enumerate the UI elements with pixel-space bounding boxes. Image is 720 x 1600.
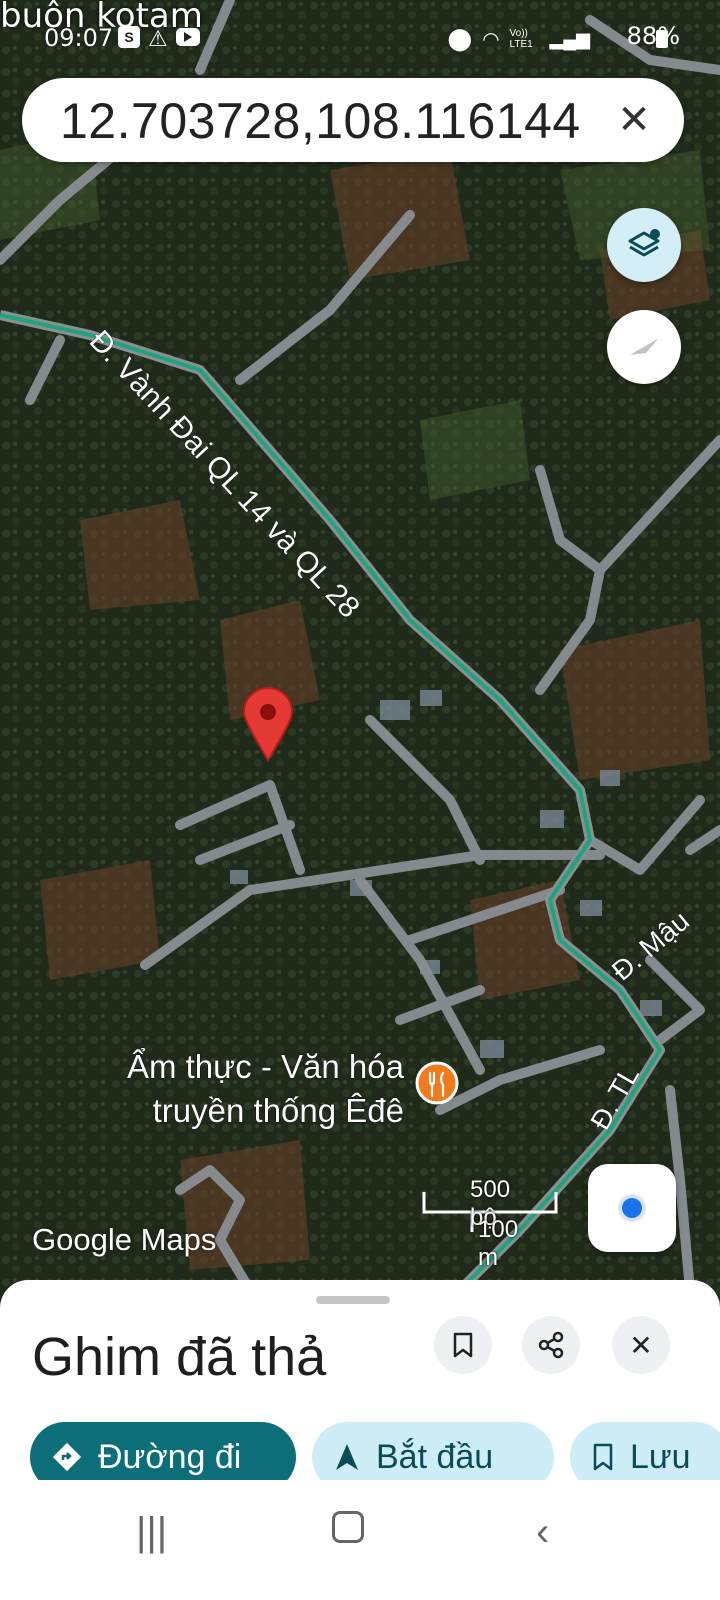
system-nav-bar: ||| ‹ (0, 1480, 720, 1600)
bookmark-button[interactable] (434, 1316, 492, 1374)
compass-icon (630, 339, 658, 355)
status-bar: 09:07 S ⚠ ⬤ ◠ Vo)) LTE1 ▂▄▆ 88% (0, 0, 720, 70)
navigation-arrow-icon (334, 1442, 360, 1472)
wifi-icon: ◠ (482, 28, 500, 51)
layers-button[interactable] (607, 208, 681, 282)
layers-icon (628, 229, 660, 257)
close-icon[interactable]: ✕ (612, 98, 656, 142)
youtube-icon (175, 28, 200, 46)
drag-handle[interactable] (316, 1296, 390, 1304)
poi-label-line1: Ẩm thực - Văn hóa (127, 1048, 405, 1085)
poi-label-line2: truyền thống Êđê (153, 1092, 404, 1129)
alert-icon: ⚠ (148, 26, 168, 51)
google-maps-logo: Google Maps (32, 1222, 217, 1257)
directions-label: Đường đi (98, 1437, 242, 1476)
sheet-title: Ghim đã thả (32, 1327, 327, 1387)
my-location-icon (618, 1194, 646, 1222)
compass-button[interactable] (607, 310, 681, 384)
save-label: Lưu (630, 1437, 691, 1476)
volte-icon: Vo)) LTE1 (509, 28, 533, 50)
battery-icon (656, 30, 668, 48)
location-icon: ⬤ (447, 26, 473, 51)
home-icon[interactable] (332, 1508, 364, 1553)
search-bar[interactable]: 12.703728,108.116144 ✕ (22, 78, 684, 162)
bookmark-icon (453, 1332, 473, 1358)
my-location-button[interactable] (588, 1164, 676, 1252)
restaurant-poi-icon[interactable] (415, 1061, 459, 1105)
search-query[interactable]: 12.703728,108.116144 (60, 92, 581, 150)
start-label: Bắt đầu (376, 1437, 494, 1476)
close-sheet-button[interactable]: ✕ (612, 1316, 670, 1374)
directions-icon (52, 1442, 82, 1472)
back-icon[interactable]: ‹ (536, 1510, 549, 1555)
save-bookmark-icon (592, 1443, 614, 1471)
status-time: 09:07 (44, 24, 114, 52)
samsung-pay-icon: S (118, 26, 140, 48)
share-button[interactable] (522, 1316, 580, 1374)
battery-level: 88% (626, 22, 680, 50)
scale-metric: 100 m (478, 1216, 519, 1271)
recent-apps-icon[interactable]: ||| (136, 1510, 167, 1555)
signal-icon: ▂▄▆ (549, 28, 590, 49)
close-icon: ✕ (629, 1329, 653, 1361)
share-icon (538, 1331, 564, 1359)
